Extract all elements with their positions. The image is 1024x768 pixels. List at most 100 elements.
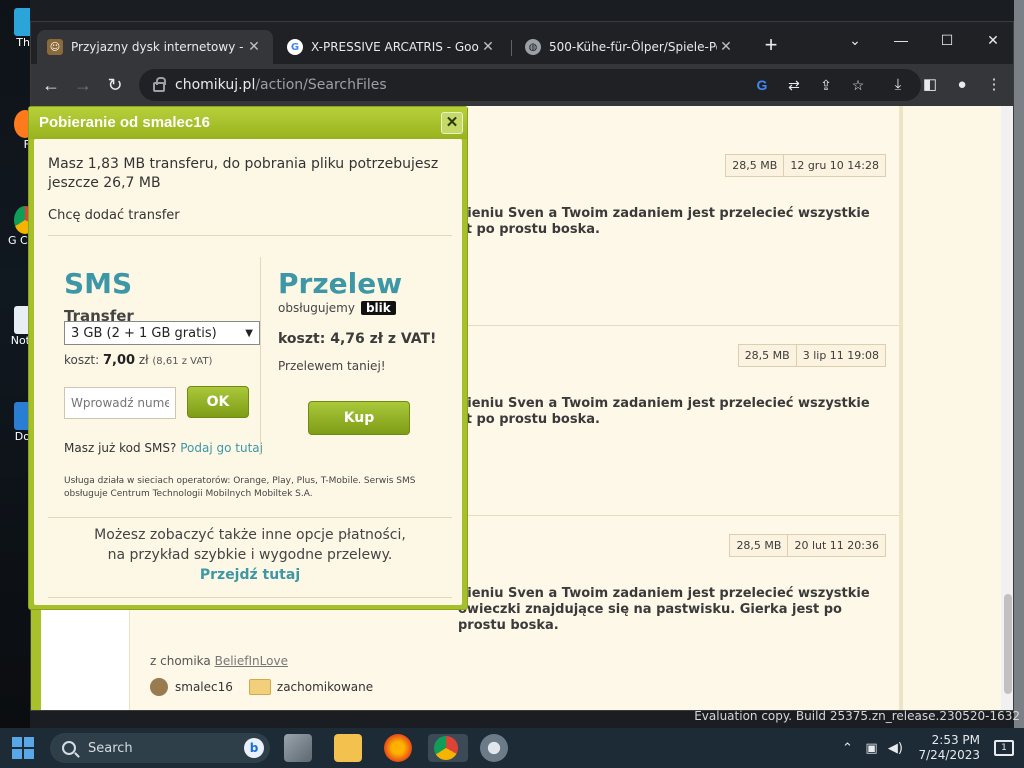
transfer-cheaper: Przelewem taniej! bbox=[278, 359, 386, 373]
transfer-select[interactable]: 3 GB (2 + 1 GB gratis) ▼ bbox=[64, 321, 260, 345]
from-user: z chomika BeliefInLove bbox=[150, 654, 288, 668]
google-lens-icon[interactable]: G bbox=[753, 76, 771, 94]
new-tab-button[interactable]: + bbox=[759, 34, 783, 58]
url-path: /action/SearchFiles bbox=[255, 77, 387, 93]
firefox-taskbar-icon[interactable] bbox=[384, 734, 412, 762]
modal-close-button[interactable]: ✕ bbox=[441, 112, 463, 134]
tab-strip: ☺ Przyjazny dysk internetowy - Chomikuj.… bbox=[31, 22, 1013, 64]
result-meta: 28,5 MB 3 lip 11 19:08 bbox=[737, 344, 886, 367]
result-description: nieniu Sven a Twoim zadaniem jest przele… bbox=[458, 586, 870, 633]
address-bar[interactable]: chomikuj.pl/action/SearchFiles G ⇄ ⇪ ☆ bbox=[139, 69, 921, 101]
search-icon bbox=[62, 741, 76, 755]
close-window-button[interactable]: ✕ bbox=[973, 26, 1013, 54]
file-date: 20 lut 11 20:36 bbox=[788, 534, 886, 557]
transfer-info: Masz 1,83 MB transferu, do pobrania plik… bbox=[48, 156, 439, 191]
result-description: nieniu Sven a Twoim zadaniem jest przele… bbox=[458, 396, 870, 427]
result-chips: smalec16 zachomikowane bbox=[150, 678, 389, 696]
back-button[interactable]: ← bbox=[39, 73, 63, 97]
network-icon[interactable]: ▣ bbox=[860, 741, 882, 756]
taskbar-search[interactable]: Search b bbox=[50, 733, 270, 763]
tab-search-button[interactable]: ⌄ bbox=[835, 26, 875, 54]
google-favicon: G bbox=[287, 39, 303, 55]
maximize-button[interactable]: ☐ bbox=[927, 26, 967, 54]
desktop-icon-this-pc[interactable]: Th bbox=[8, 8, 30, 49]
clock[interactable]: 2:53 PM 7/24/2023 bbox=[918, 733, 980, 763]
desktop-icon-notepad[interactable]: Not bbox=[8, 306, 30, 347]
buy-button[interactable]: Kup bbox=[308, 401, 410, 435]
divider bbox=[48, 235, 452, 236]
forward-button[interactable]: → bbox=[71, 73, 95, 97]
sms-cost: koszt: 7,00 zł (8,61 z VAT) bbox=[64, 353, 213, 368]
phone-number-input[interactable] bbox=[64, 387, 176, 419]
tab-close-icon[interactable]: ✕ bbox=[245, 39, 263, 55]
system-tray: ⌃ ▣ ◀) 2:53 PM 7/24/2023 1 bbox=[836, 728, 1024, 768]
page-scrollbar[interactable] bbox=[1001, 106, 1013, 710]
tab-close-icon[interactable]: ✕ bbox=[479, 39, 497, 55]
desktop-icon-docs[interactable]: Do bbox=[8, 402, 30, 443]
chrome-taskbar-button[interactable] bbox=[428, 734, 468, 762]
modal-title: Pobieranie od smalec16 bbox=[39, 114, 210, 131]
result-meta: 28,5 MB 20 lut 11 20:36 bbox=[729, 534, 886, 557]
tab-chomikuj[interactable]: ☺ Przyjazny dysk internetowy - Chomikuj.… bbox=[37, 30, 273, 64]
minimize-button[interactable]: — bbox=[881, 26, 921, 54]
scrollbar-thumb[interactable] bbox=[1004, 594, 1012, 694]
share-icon[interactable]: ⇪ bbox=[817, 76, 835, 94]
user-link[interactable]: BeliefInLove bbox=[215, 654, 288, 668]
chrome-taskbar-icon bbox=[434, 736, 458, 760]
enter-code-link[interactable]: Podaj go tutaj bbox=[180, 441, 263, 455]
file-size: 28,5 MB bbox=[729, 534, 789, 557]
fine-print: Usługa działa w sieciach operatorów: Ora… bbox=[64, 476, 416, 499]
globe-favicon: ◍ bbox=[525, 39, 541, 55]
ok-button[interactable]: OK bbox=[187, 386, 249, 418]
transfer-cost: koszt: 4,76 zł z VAT! bbox=[278, 331, 437, 347]
divider bbox=[48, 597, 452, 598]
folder-chip[interactable]: zachomikowane bbox=[248, 679, 373, 695]
notification-icon[interactable]: 1 bbox=[994, 740, 1014, 756]
add-transfer-label: Chcę dodać transfer bbox=[48, 208, 180, 223]
modal-header: Pobieranie od smalec16 ✕ bbox=[29, 107, 467, 139]
settings-gear-icon[interactable] bbox=[480, 734, 508, 762]
desktop-wallpaper-right bbox=[1014, 0, 1024, 728]
download-modal: Pobieranie od smalec16 ✕ Masz 1,83 MB tr… bbox=[28, 106, 468, 610]
tab-close-icon[interactable]: ✕ bbox=[717, 39, 735, 55]
sms-title: SMS bbox=[64, 267, 133, 300]
url-host: chomikuj.pl bbox=[175, 77, 256, 93]
more-options-link[interactable]: Przejdź tutaj bbox=[200, 565, 300, 585]
task-view-icon[interactable] bbox=[284, 734, 312, 762]
profile-icon[interactable]: ● bbox=[951, 74, 973, 96]
file-date: 3 lip 11 19:08 bbox=[796, 344, 886, 367]
menu-dots-icon[interactable]: ⋮ bbox=[983, 74, 1005, 96]
modal-body: Masz 1,83 MB transferu, do pobrania plik… bbox=[34, 139, 462, 605]
browser-toolbar: ← → ↻ chomikuj.pl/action/SearchFiles G ⇄… bbox=[31, 64, 1013, 106]
download-icon[interactable]: ⤓ bbox=[887, 74, 909, 96]
file-size: 28,5 MB bbox=[737, 344, 797, 367]
divider bbox=[48, 517, 452, 518]
vertical-divider bbox=[260, 257, 261, 455]
side-panel-icon[interactable]: ◧ bbox=[919, 74, 941, 96]
result-description: nieniu Sven a Twoim zadaniem jest przele… bbox=[458, 206, 870, 237]
folder-icon bbox=[248, 679, 271, 695]
file-size: 28,5 MB bbox=[725, 154, 785, 177]
this-pc-icon bbox=[14, 8, 30, 36]
file-date: 12 gru 10 14:28 bbox=[784, 154, 886, 177]
taskbar: Search b ⌃ ▣ ◀) 2:53 PM 7/24/2023 1 bbox=[0, 728, 1024, 768]
page-sidebar bbox=[899, 106, 1001, 710]
tab-spiele-portal[interactable]: ◍ 500-Kühe-für-Ölper/Spiele-Portal ✕ bbox=[515, 30, 745, 64]
lock-icon[interactable] bbox=[153, 77, 166, 92]
tab-separator bbox=[511, 40, 512, 56]
volume-icon[interactable]: ◀) bbox=[884, 741, 906, 756]
file-explorer-icon[interactable] bbox=[334, 734, 362, 762]
tab-google-search[interactable]: G X-PRESSIVE ARCATRIS - Google Search ✕ bbox=[277, 30, 507, 64]
result-meta: 28,5 MB 12 gru 10 14:28 bbox=[725, 154, 886, 177]
transfer-title: Przelew bbox=[278, 267, 403, 300]
reload-button[interactable]: ↻ bbox=[103, 73, 127, 97]
more-payment-options: Możesz zobaczyć także inne opcje płatnoś… bbox=[94, 527, 406, 585]
user-chip[interactable]: smalec16 bbox=[150, 678, 233, 696]
desktop-icon-firefox[interactable]: F bbox=[8, 110, 30, 151]
bookmark-star-icon[interactable]: ☆ bbox=[849, 76, 867, 94]
bing-icon[interactable]: b bbox=[244, 738, 264, 758]
start-button[interactable] bbox=[12, 737, 34, 759]
desktop-icon-chrome[interactable]: G Ch bbox=[8, 206, 30, 247]
translate-icon[interactable]: ⇄ bbox=[785, 76, 803, 94]
chevron-up-icon[interactable]: ⌃ bbox=[836, 741, 858, 756]
